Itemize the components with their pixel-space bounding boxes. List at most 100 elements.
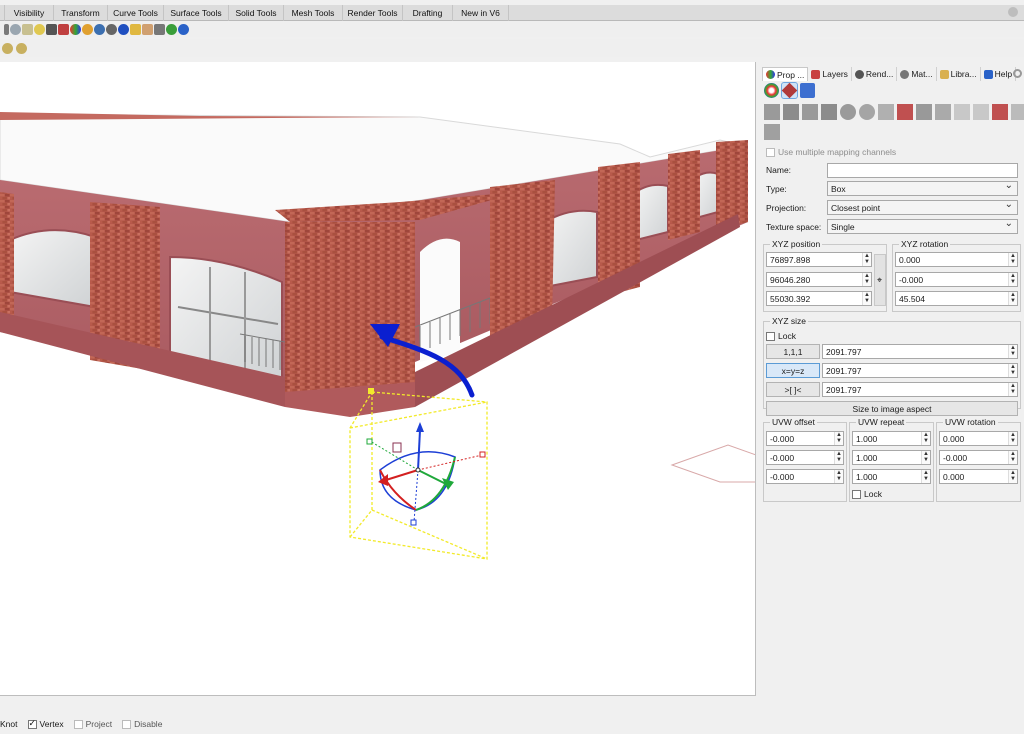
position-x-input[interactable]: 76897.898 ▲ ▼ — [766, 252, 872, 267]
cylinder-mapping-icon[interactable] — [802, 104, 818, 120]
tab-surface-tools[interactable]: Surface Tools — [164, 5, 229, 21]
disable-checkbox[interactable] — [122, 719, 132, 729]
tab-properties[interactable]: Prop ... — [762, 67, 809, 81]
box-mapping-icon[interactable] — [783, 104, 799, 120]
rotation-y-input[interactable]: -0.000 ▲ ▼ — [895, 272, 1018, 287]
match-mapping-icon[interactable] — [954, 104, 970, 120]
size-x-spinner[interactable]: ▲ ▼ — [1008, 345, 1017, 358]
multi-channel-row[interactable]: Use multiple mapping channels — [766, 144, 896, 160]
tab-render-tools[interactable]: Render Tools — [343, 5, 403, 21]
offset-w-input[interactable]: -0.000 ▲ ▼ — [766, 469, 844, 484]
size-lock-row[interactable]: Lock — [766, 328, 796, 344]
gumball-toggle-icon[interactable] — [2, 42, 13, 54]
texture-space-select[interactable]: Single — [827, 218, 1018, 234]
position-z-input[interactable]: 55030.392 ▲ ▼ — [766, 291, 872, 306]
osnap-disable[interactable]: Disable — [122, 719, 162, 729]
uvw-rotation-w-input[interactable]: 0.000 ▲ ▼ — [939, 469, 1018, 484]
object-properties-icon[interactable] — [800, 83, 815, 98]
tab-curve-tools[interactable]: Curve Tools — [108, 5, 164, 21]
tab-libraries[interactable]: Libra... — [937, 67, 981, 81]
tab-solid-tools[interactable]: Solid Tools — [229, 5, 284, 21]
tab-render[interactable]: Rend... — [852, 67, 898, 81]
viewport-canvas[interactable] — [0, 62, 756, 696]
pick-position-button[interactable]: ⌖ — [874, 254, 886, 306]
tab-new-in-v6[interactable]: New in V6 — [453, 5, 509, 21]
tab-help[interactable]: Help — [981, 67, 1017, 81]
size-lock-checkbox[interactable] — [766, 331, 775, 341]
rotation-x-input[interactable]: 0.000 ▲ ▼ — [895, 252, 1018, 267]
osnap-vertex[interactable]: Vertex — [27, 718, 64, 729]
gumball-widget[interactable] — [366, 422, 486, 526]
type-select[interactable]: Box — [827, 180, 1018, 196]
tab-transform[interactable]: Transform — [54, 5, 108, 21]
mapping-box-widget[interactable] — [349, 391, 488, 560]
render-sphere-icon[interactable] — [118, 23, 129, 35]
gear-icon[interactable] — [1013, 69, 1022, 78]
size-z-input[interactable]: 2091.797 ▲ ▼ — [822, 382, 1018, 397]
mapping-box-corner-handle[interactable] — [368, 388, 374, 394]
uvw-rotation-v-input[interactable]: -0.000 ▲ ▼ — [939, 450, 1018, 465]
size-to-image-aspect-button[interactable]: Size to image aspect — [766, 401, 1018, 416]
surface-mapping-icon[interactable] — [878, 104, 894, 120]
rotation-z-spinner[interactable]: ▲ ▼ — [1008, 292, 1017, 305]
projection-select[interactable]: Closest point — [827, 199, 1018, 215]
name-input[interactable] — [827, 163, 1018, 178]
color-wheel-icon[interactable] — [70, 23, 81, 35]
light-icon[interactable] — [82, 23, 93, 35]
size-fit-button[interactable]: >[ ]< — [766, 382, 820, 397]
perspective-viewport[interactable] — [0, 62, 756, 696]
position-x-spinner[interactable]: ▲ ▼ — [862, 253, 871, 266]
show-mapping-icon[interactable] — [973, 104, 989, 120]
spherical-icon[interactable] — [840, 104, 856, 120]
size-y-input[interactable]: 2091.797 ▲ ▼ — [822, 363, 1018, 378]
environment-icon[interactable] — [130, 23, 141, 35]
size-x-input[interactable]: 2091.797 ▲ ▼ — [822, 344, 1018, 359]
extract-mapping-icon[interactable] — [916, 104, 932, 120]
rotate-view-icon[interactable] — [10, 23, 21, 35]
size-reset-button[interactable]: 1,1,1 — [766, 344, 820, 359]
remove-mapping-icon[interactable] — [1011, 104, 1024, 120]
hide-icon[interactable] — [22, 23, 33, 35]
offset-u-input[interactable]: -0.000 ▲ ▼ — [766, 431, 844, 446]
texture-icon[interactable] — [142, 23, 153, 35]
globe-icon[interactable] — [166, 23, 177, 35]
apply-mapping-icon[interactable] — [992, 104, 1008, 120]
material-ball-icon[interactable] — [106, 23, 117, 35]
unwrap-icon[interactable] — [935, 104, 951, 120]
project-checkbox[interactable] — [73, 719, 83, 729]
tab-visibility[interactable]: Visibility — [5, 5, 54, 21]
tab-mesh-tools[interactable]: Mesh Tools — [284, 5, 343, 21]
size-z-spinner[interactable]: ▲ ▼ — [1008, 383, 1017, 396]
object-color-icon[interactable] — [764, 83, 779, 98]
size-uniform-button[interactable]: x=y=z — [766, 363, 820, 378]
tab-layers[interactable]: Layers — [808, 67, 852, 81]
texture-mapping-icon[interactable] — [781, 82, 798, 99]
sphere-icon[interactable] — [94, 23, 105, 35]
box-icon[interactable] — [58, 23, 69, 35]
gumball-settings-icon[interactable] — [16, 42, 27, 54]
osnap-project[interactable]: Project — [73, 719, 112, 729]
uvw-rotation-u-input[interactable]: 0.000 ▲ ▼ — [939, 431, 1018, 446]
show-icon[interactable] — [34, 23, 45, 35]
vertex-checkbox[interactable] — [27, 718, 37, 729]
camera-icon[interactable] — [154, 23, 165, 35]
capsule-icon[interactable] — [859, 104, 875, 120]
tab-drafting[interactable]: Drafting — [403, 5, 453, 21]
rotation-y-spinner[interactable]: ▲ ▼ — [1008, 273, 1017, 286]
lock-icon[interactable] — [46, 23, 57, 35]
repeat-u-input[interactable]: 1.000 ▲ ▼ — [852, 431, 931, 446]
ribbon-settings-icon[interactable] — [1008, 7, 1018, 17]
repeat-v-input[interactable]: 1.000 ▲ ▼ — [852, 450, 931, 465]
repeat-w-input[interactable]: 1.000 ▲ ▼ — [852, 469, 931, 484]
repeat-lock-row[interactable]: Lock — [852, 486, 882, 502]
repeat-lock-checkbox[interactable] — [852, 489, 861, 499]
position-z-spinner[interactable]: ▲ ▼ — [862, 292, 871, 305]
planar-mapping-icon[interactable] — [764, 104, 780, 120]
mapping-widget-icon[interactable] — [764, 124, 780, 140]
offset-v-input[interactable]: -0.000 ▲ ▼ — [766, 450, 844, 465]
rotation-x-spinner[interactable]: ▲ ▼ — [1008, 253, 1017, 266]
rotation-z-input[interactable]: 45.504 ▲ ▼ — [895, 291, 1018, 306]
osnap-knot[interactable]: Knot — [0, 719, 18, 729]
position-y-spinner[interactable]: ▲ ▼ — [862, 273, 871, 286]
sphere-mapping-icon[interactable] — [821, 104, 837, 120]
